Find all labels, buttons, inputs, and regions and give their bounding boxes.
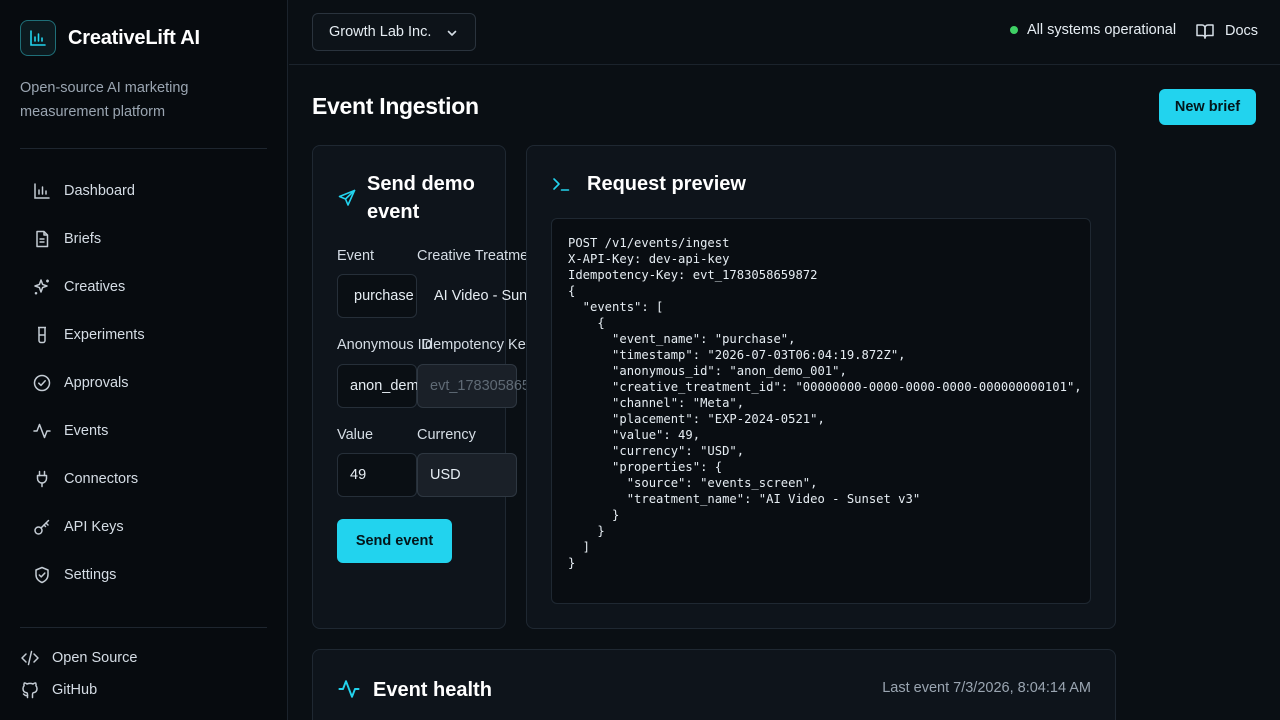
org-select[interactable]: Growth Lab Inc. — [312, 13, 476, 51]
sidebar-item-label: Creatives — [64, 279, 126, 295]
github-label: GitHub — [52, 682, 98, 698]
docs-label: Docs — [1225, 23, 1259, 39]
chevron-down-icon — [447, 30, 457, 36]
system-status: All systems operational — [1010, 22, 1176, 38]
request-preview-header: Request preview — [551, 170, 746, 198]
github-icon — [22, 682, 38, 699]
shield-check-icon — [35, 566, 49, 584]
sidebar-nav: Dashboard Briefs Creatives Experiments A… — [20, 167, 267, 599]
request-code-block[interactable]: POST /v1/events/ingest X-API-Key: dev-ap… — [551, 218, 1091, 604]
request-preview-title: Request preview — [587, 173, 746, 195]
org-name: Growth Lab Inc. — [329, 24, 432, 40]
bar-chart-icon — [20, 20, 56, 56]
event-select[interactable]: purchase — [337, 274, 417, 318]
sidebar-item-connectors[interactable]: Connectors — [20, 455, 267, 503]
sidebar-item-label: Briefs — [64, 231, 102, 247]
send-icon — [338, 189, 356, 206]
event-label: Event — [337, 248, 375, 264]
status-dot-icon — [1010, 26, 1018, 34]
sidebar-item-settings[interactable]: Settings — [20, 551, 267, 599]
sidebar-item-briefs[interactable]: Briefs — [20, 215, 267, 263]
send-event-card: Send demo event Event Creative Treatment… — [312, 145, 602, 629]
sidebar-item-label: Dashboard — [64, 183, 135, 199]
anon-id-field[interactable]: anon_demo_001 — [337, 364, 459, 408]
activity-icon — [33, 423, 51, 439]
topbar: Growth Lab Inc. All systems operational … — [289, 0, 1280, 65]
value-field[interactable]: 49 — [337, 453, 417, 497]
flask-icon — [38, 326, 46, 344]
activity-icon — [338, 680, 360, 698]
sidebar-item-label: API Keys — [64, 519, 124, 535]
sidebar-item-events[interactable]: Events — [20, 407, 267, 455]
code-icon — [21, 650, 39, 666]
event-health-header: Event health — [337, 676, 492, 704]
last-event-timestamp: Last event 7/3/2026, 8:04:14 AM — [882, 680, 1091, 696]
sidebar-item-label: Experiments — [64, 327, 145, 343]
docs-link[interactable]: Docs — [1195, 21, 1258, 41]
new-brief-button[interactable]: New brief — [1159, 89, 1256, 125]
open-source-label: Open Source — [52, 650, 138, 666]
bar-chart-icon — [34, 183, 50, 199]
key-icon — [34, 519, 50, 535]
currency-field[interactable]: USD — [417, 453, 517, 497]
sidebar-item-approvals[interactable]: Approvals — [20, 359, 267, 407]
sidebar-item-creatives[interactable]: Creatives — [20, 263, 267, 311]
sidebar-item-api-keys[interactable]: API Keys — [20, 503, 267, 551]
currency-value: USD — [430, 467, 461, 483]
event-health-title: Event health — [373, 679, 492, 701]
terminal-icon — [553, 178, 570, 191]
brand-name: CreativeLift AI — [68, 26, 200, 49]
document-icon — [36, 230, 49, 248]
page-title: Event Ingestion — [312, 93, 479, 119]
idempotency-field[interactable]: evt_1783058659872 — [417, 364, 562, 408]
sidebar-divider — [20, 148, 267, 149]
event-health-card: Event health Last event 7/3/2026, 8:04:1… — [312, 649, 1116, 720]
value-label: Value — [337, 427, 374, 443]
idempotency-label: Idempotency Key — [421, 337, 534, 353]
sidebar: CreativeLift AI Open-source AI marketing… — [0, 0, 288, 720]
brand[interactable]: CreativeLift AI — [20, 20, 200, 56]
status-text: All systems operational — [1027, 22, 1177, 38]
event-value: purchase — [354, 288, 414, 304]
currency-label: Currency — [417, 427, 476, 443]
sidebar-item-label: Settings — [64, 567, 117, 583]
send-event-title: Send demo event — [367, 173, 475, 223]
sidebar-item-dashboard[interactable]: Dashboard — [20, 167, 267, 215]
plug-icon — [36, 470, 48, 488]
value-value: 49 — [350, 467, 367, 483]
send-event-header: Send demo event — [337, 170, 497, 226]
github-link[interactable]: GitHub — [20, 680, 267, 700]
treatment-label: Creative Treatment — [417, 248, 541, 264]
sidebar-item-label: Connectors — [64, 471, 139, 487]
open-source-link[interactable]: Open Source — [20, 648, 267, 668]
brand-tagline: Open-source AI marketing measurement pla… — [20, 80, 189, 120]
check-circle-icon — [33, 374, 51, 392]
sidebar-item-label: Events — [64, 423, 109, 439]
send-event-button[interactable]: Send event — [337, 519, 452, 563]
request-preview-card: Request preview POST /v1/events/ingest X… — [526, 145, 1116, 629]
sidebar-item-label: Approvals — [64, 375, 129, 391]
sidebar-divider — [20, 627, 267, 628]
sidebar-item-experiments[interactable]: Experiments — [20, 311, 267, 359]
anon-id-label: Anonymous ID — [337, 337, 433, 353]
sparkles-icon — [34, 279, 49, 295]
book-icon — [1196, 24, 1214, 39]
